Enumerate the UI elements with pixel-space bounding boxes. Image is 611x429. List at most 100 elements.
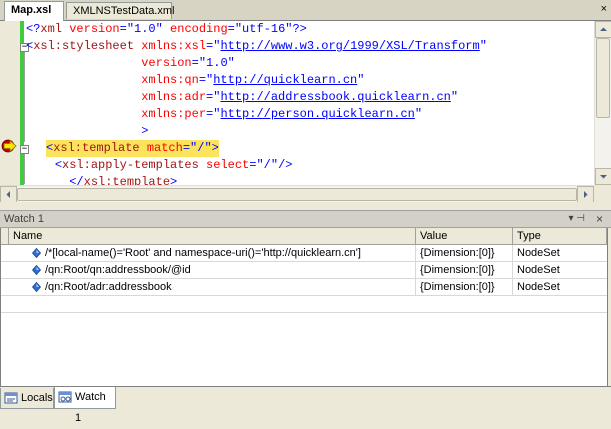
vertical-scroll-thumb[interactable] <box>596 38 610 118</box>
code-token: xmlns:adr <box>141 90 207 104</box>
watch-type-cell: NodeSet <box>517 264 560 276</box>
code-line[interactable]: version="1.0" <box>26 55 235 72</box>
watch-name-cell[interactable]: /qn:Root/adr:addressbook <box>9 279 416 295</box>
watch-type-cell: NodeSet <box>517 281 560 293</box>
code-token: "/" <box>190 141 212 155</box>
code-token: = <box>227 22 235 36</box>
current-statement-arrow-icon <box>1 139 17 153</box>
code-token: < <box>54 158 63 172</box>
code-token: encoding <box>162 22 228 36</box>
scrollbar-corner <box>594 185 611 202</box>
code-line[interactable]: </xsl:template> <box>26 174 177 185</box>
code-token: ?> <box>292 22 307 36</box>
pane-splitter[interactable] <box>0 202 611 210</box>
code-token[interactable]: http://quicklearn.cn <box>213 73 357 87</box>
code-token: xsl:template <box>53 141 140 155</box>
watch-grid[interactable]: Name Value Type /*[local-name()='Root' a… <box>0 228 608 386</box>
code-token: version <box>141 56 192 70</box>
locals-icon <box>4 392 18 404</box>
code-token: select <box>198 158 250 172</box>
editor-tab-bar: Map.xsl XMLNSTestData.xml × <box>0 0 611 21</box>
code-line[interactable]: xmlns:per="http://person.quicklearn.cn" <box>26 106 422 123</box>
close-window-icon[interactable]: × <box>596 212 603 226</box>
code-token: " <box>479 39 487 53</box>
code-line[interactable]: xmlns:adr="http://addressbook.quicklearn… <box>26 89 458 106</box>
watch-row[interactable]: /*[local-name()='Root' and namespace-uri… <box>1 245 607 262</box>
watch-row-empty[interactable] <box>1 296 607 313</box>
watch-window-title: Watch 1 <box>4 213 44 225</box>
horizontal-scrollbar[interactable] <box>0 185 594 203</box>
row-header-column <box>1 228 9 244</box>
code-token[interactable]: http://www.w3.org/1999/XSL/Transform <box>220 39 479 53</box>
code-token[interactable]: http://person.quicklearn.cn <box>220 107 414 121</box>
code-editor[interactable]: − − <?xml version="1.0" encoding="utf-16… <box>0 21 611 203</box>
watch-row[interactable]: /qn:Root/qn:addressbook/@id {Dimension:[0… <box>1 262 607 279</box>
code-token: xml <box>40 22 63 36</box>
watch-grid-header: Name Value Type <box>1 228 607 245</box>
code-token: xmlns:xsl <box>134 39 207 53</box>
outline-line <box>24 154 25 184</box>
code-token: " <box>357 73 365 87</box>
code-token: > <box>141 124 149 138</box>
code-line[interactable]: <?xml version="1.0" encoding="utf-16"?> <box>26 21 307 38</box>
scroll-down-button[interactable] <box>595 168 611 185</box>
watch-value-cell[interactable]: {Dimension:[0]} <box>416 262 513 278</box>
scroll-up-button[interactable] <box>595 21 611 38</box>
watch-name-cell[interactable]: /qn:Root/qn:addressbook/@id <box>9 262 416 278</box>
horizontal-scroll-thumb[interactable] <box>17 188 577 201</box>
watch-value-cell[interactable]: {Dimension:[0]} <box>416 245 513 261</box>
code-token: " <box>414 107 423 121</box>
arrow-right-icon <box>584 191 588 198</box>
watch-icon <box>58 391 72 403</box>
column-header-value[interactable]: Value <box>416 228 513 244</box>
code-token: "/" <box>256 158 279 172</box>
code-token: xmlns:qn <box>141 73 199 87</box>
window-position-icon[interactable]: ▾ ⊣ <box>568 212 585 226</box>
code-line[interactable]: <xsl:apply-templates select="/"/> <box>26 157 293 174</box>
scroll-right-button[interactable] <box>577 186 594 203</box>
watch-type-cell: NodeSet <box>517 247 560 259</box>
code-line[interactable]: <xsl:template match="/"> <box>46 140 219 157</box>
watch-row[interactable]: /qn:Root/adr:addressbook {Dimension:[0]} N… <box>1 279 607 296</box>
code-token: > <box>211 141 219 155</box>
arrow-up-icon <box>600 27 607 31</box>
tab-locals[interactable]: Locals <box>0 388 54 409</box>
code-token: = <box>182 141 191 155</box>
code-line[interactable]: xmlns:qn="http://quicklearn.cn" <box>26 72 364 89</box>
tab-label: Map.xsl <box>11 4 52 16</box>
scroll-left-button[interactable] <box>0 186 17 203</box>
tab-watch-1[interactable]: Watch 1 <box>54 387 116 424</box>
code-line[interactable]: <xsl:stylesheet xmlns:xsl="http://www.w3… <box>26 38 487 55</box>
tab-label: XMLNSTestData.xml <box>73 5 175 17</box>
code-token: = <box>119 22 127 36</box>
code-token: "1.0" <box>198 56 235 70</box>
tab-xmlnstestdata-xml[interactable]: XMLNSTestData.xml <box>66 2 175 19</box>
vertical-scrollbar[interactable] <box>594 21 611 185</box>
watch-name-cell[interactable]: /*[local-name()='Root' and namespace-uri… <box>9 245 416 261</box>
column-header-type[interactable]: Type <box>513 228 607 244</box>
tab-map-xsl[interactable]: Map.xsl <box>4 1 64 21</box>
close-document-icon[interactable]: × <box>601 3 607 15</box>
code-token: <? <box>26 22 41 36</box>
code-line[interactable]: > <box>26 123 148 140</box>
code-token: </ <box>69 175 84 185</box>
code-text-area[interactable]: <?xml version="1.0" encoding="utf-16"?> <… <box>26 21 587 185</box>
code-token: = <box>198 73 207 87</box>
code-token: = <box>191 56 199 70</box>
tab-label: Locals <box>21 392 53 404</box>
outline-line <box>24 52 25 142</box>
breakpoint-gutter[interactable] <box>0 21 20 185</box>
code-token[interactable]: http://addressbook.quicklearn.cn <box>220 90 450 104</box>
tool-window-tabs: Locals Watch 1 <box>0 386 611 424</box>
column-header-name[interactable]: Name <box>9 228 416 244</box>
watch-window-title-bar[interactable]: Watch 1 ▾ ⊣ × <box>0 210 611 228</box>
code-token: " <box>450 90 459 104</box>
code-token: xmlns:per <box>141 107 207 121</box>
watch-value-cell[interactable]: {Dimension:[0]} <box>416 279 513 295</box>
